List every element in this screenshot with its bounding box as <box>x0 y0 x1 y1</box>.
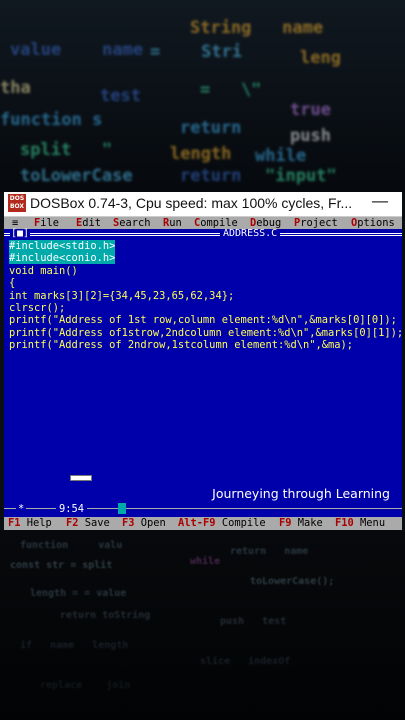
modified-indicator: * <box>16 503 27 515</box>
background-code-top: String name value name = Stri leng tha t… <box>0 0 405 192</box>
fkey-alt-f9-key: Alt-F9 <box>178 517 216 529</box>
menu-item-search[interactable]: Search <box>113 217 151 229</box>
menu-bar: ≡ File Edit Search Run Compile Debug Pro… <box>4 217 402 229</box>
function-key-bar: F1 Help F2 Save F3 Open Alt-F9 Compile F… <box>4 517 402 530</box>
code-line-6[interactable]: clrscr(); <box>9 302 65 314</box>
code-line-7[interactable]: printf("Address of 1st row,column elemen… <box>9 314 397 326</box>
fkey-f10[interactable]: F10 Menu <box>335 517 385 530</box>
fkey-f2[interactable]: F2 Save <box>66 517 110 530</box>
fkey-f9-key: F9 <box>279 517 292 529</box>
fkey-f1[interactable]: F1 Help <box>8 517 52 530</box>
frame-double-line <box>4 233 402 236</box>
fkey-f1-key: F1 <box>8 517 21 529</box>
fkey-f3[interactable]: F3 Open <box>122 517 166 530</box>
menu-item-edit-label: dit <box>82 217 102 229</box>
fkey-f9[interactable]: F9 Make <box>279 517 323 530</box>
window-titlebar[interactable]: DOS BOX DOSBox 0.74-3, Cpu speed: max 10… <box>4 192 402 217</box>
fkey-f2-label: Save <box>84 517 110 529</box>
editor-close-box[interactable]: [■] <box>10 229 31 239</box>
code-line-9[interactable]: printf("Address of 2ndrow,1stcolumn elem… <box>9 339 353 351</box>
code-line-2[interactable]: #include<conio.h> <box>9 252 116 265</box>
code-line-4[interactable]: { <box>9 277 15 289</box>
horizontal-scroll-thumb[interactable] <box>118 503 126 514</box>
minimize-button[interactable]: — <box>368 192 392 216</box>
menu-item-run-label: un <box>169 217 182 229</box>
fkey-f3-key: F3 <box>122 517 135 529</box>
cursor-position: 9:54 <box>56 503 88 515</box>
fkey-alt-f9[interactable]: Alt-F9 Compile <box>178 517 266 530</box>
menu-item-edit[interactable]: Edit <box>76 217 101 229</box>
menu-item-options[interactable]: Options <box>351 217 395 229</box>
fkey-f3-label: Open <box>140 517 166 529</box>
editor-frame-top: [■] ADDRESS.C <box>4 229 402 239</box>
menu-item-project[interactable]: Project <box>294 217 338 229</box>
menu-item-project-label: roject <box>300 217 338 229</box>
code-line-1[interactable]: #include<stdio.h> <box>9 240 116 252</box>
menu-item-file[interactable]: File <box>34 217 59 229</box>
fkey-f1-label: Help <box>26 517 52 529</box>
fkey-f9-label: Make <box>297 517 323 529</box>
fkey-f10-key: F10 <box>335 517 354 529</box>
window-title: DOSBox 0.74-3, Cpu speed: max 100% cycle… <box>30 195 353 211</box>
fkey-f2-key: F2 <box>66 517 79 529</box>
fkey-alt-f9-label: Compile <box>221 517 266 529</box>
code-line-3[interactable]: void main() <box>9 265 78 277</box>
watermark-text: Journeying through Learning <box>212 486 390 501</box>
dosbox-window: DOS BOX DOSBox 0.74-3, Cpu speed: max 10… <box>4 192 403 530</box>
background-code-bottom: function valu return name const str = sp… <box>0 530 405 720</box>
mouse-cursor-block <box>70 475 92 481</box>
code-editor[interactable]: #include<stdio.h> #include<conio.h> void… <box>9 240 403 352</box>
code-line-8[interactable]: printf("Address of1strow,2ndcolumn eleme… <box>9 327 403 339</box>
menu-item-search-label: earch <box>119 217 151 229</box>
fkey-f10-label: Menu <box>360 517 386 529</box>
editor-filename: ADDRESS.C <box>220 229 281 239</box>
menu-item-options-label: ptions <box>357 217 395 229</box>
menu-item-run[interactable]: Run <box>163 217 182 229</box>
code-line-5[interactable]: int marks[3][2]={34,45,23,65,62,34}; <box>9 290 234 302</box>
editor-status-line: * 9:54 <box>4 503 402 515</box>
menu-item-file-label: ile <box>40 217 60 229</box>
dosbox-app-icon[interactable]: DOS BOX <box>8 194 26 212</box>
